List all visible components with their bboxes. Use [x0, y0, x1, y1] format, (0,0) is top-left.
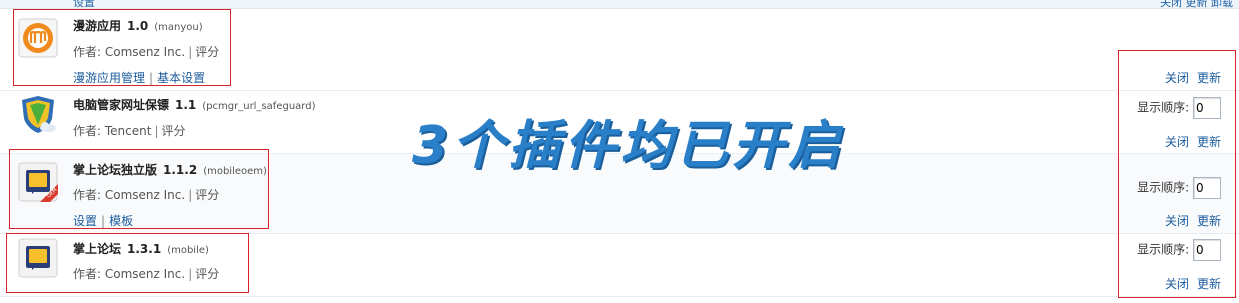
manyou-icon	[18, 18, 58, 58]
disable-link[interactable]: 关闭	[1165, 214, 1189, 228]
plugin-row-manyou: 漫游应用 1.0 (manyou) 作者: Comsenz Inc. | 评分 漫游应用…	[0, 9, 1239, 91]
plugin-name: 掌上论坛 1.3.1 (mobile)	[73, 240, 209, 257]
plugin-row-mobile: 掌上论坛 1.3.1 (mobile) 作者: Comsenz Inc. | 评分 显示…	[0, 234, 1239, 297]
plugin-name: 掌上论坛独立版 1.1.2 (mobileoem)	[73, 161, 267, 178]
display-order: 显示顺序:	[1137, 239, 1221, 261]
display-order-label: 显示顺序:	[1137, 242, 1190, 257]
mobile-icon	[18, 238, 58, 278]
rate-link[interactable]: 评分	[195, 188, 219, 202]
manyou-manage-link[interactable]: 漫游应用管理	[73, 71, 145, 85]
plugin-author: 作者: Comsenz Inc.	[73, 188, 186, 202]
plugin-author-line: 作者: Comsenz Inc. | 评分	[73, 45, 220, 59]
annotation-text: 3个插件均已开启	[412, 116, 845, 176]
display-order-input[interactable]	[1193, 97, 1221, 119]
plugin-links: 漫游应用管理 | 基本设置	[73, 71, 206, 85]
disable-link[interactable]: 关闭	[1165, 71, 1189, 85]
plugin-title: 电脑管家网址保镖	[73, 98, 170, 112]
shield-icon	[18, 95, 58, 135]
previous-row-strip: 设置 关闭 更新 卸载	[0, 0, 1239, 9]
plugin-author: 作者: Tencent	[73, 124, 152, 138]
rate-link[interactable]: 评分	[195, 45, 219, 59]
template-link[interactable]: 模板	[109, 214, 133, 228]
basic-settings-link[interactable]: 基本设置	[157, 71, 205, 85]
update-link[interactable]: 更新	[1197, 214, 1221, 228]
plugin-name: 漫游应用 1.0 (manyou)	[73, 17, 203, 34]
plugin-identifier: (mobileoem)	[203, 166, 267, 177]
plugin-author: 作者: Comsenz Inc.	[73, 267, 186, 281]
plugin-author-line: 作者: Comsenz Inc. | 评分	[73, 267, 220, 281]
disable-link[interactable]: 关闭	[1165, 135, 1189, 149]
update-link[interactable]: 更新	[1197, 277, 1221, 291]
display-order-input[interactable]	[1193, 177, 1221, 199]
display-order: 显示顺序:	[1137, 177, 1221, 199]
update-link[interactable]: 更新	[1197, 135, 1221, 149]
disable-link[interactable]: 关闭	[1165, 277, 1189, 291]
display-order-label: 显示顺序:	[1137, 100, 1190, 115]
plugin-identifier: (mobile)	[167, 245, 209, 256]
plugin-version: 1.3.1	[127, 242, 162, 256]
plugin-version: 1.1.2	[163, 163, 198, 177]
plugin-name: 电脑管家网址保镖 1.1 (pcmgr_url_safeguard)	[73, 96, 315, 113]
display-order-label: 显示顺序:	[1137, 180, 1190, 195]
plugin-actions: 关闭 更新	[1157, 133, 1221, 150]
plugin-title: 漫游应用	[73, 19, 122, 33]
plugin-actions: 关闭 更新	[1157, 69, 1221, 86]
plugin-title: 掌上论坛	[73, 242, 122, 256]
plugin-identifier: (pcmgr_url_safeguard)	[202, 101, 316, 112]
plugin-author-line: 作者: Comsenz Inc. | 评分	[73, 188, 220, 202]
update-link[interactable]: 更新	[1197, 71, 1221, 85]
plugin-actions: 关闭 更新	[1157, 275, 1221, 292]
mobile-oem-icon: OEM	[18, 162, 58, 202]
display-order: 显示顺序:	[1137, 97, 1221, 119]
display-order-input[interactable]	[1193, 239, 1221, 261]
plugin-author-line: 作者: Tencent | 评分	[73, 124, 186, 138]
rate-link[interactable]: 评分	[161, 124, 185, 138]
rate-link[interactable]: 评分	[195, 267, 219, 281]
settings-link[interactable]: 设置	[73, 214, 97, 228]
plugin-title: 掌上论坛独立版	[73, 163, 158, 177]
plugin-links: 设置 | 模板	[73, 214, 134, 228]
plugin-version: 1.0	[127, 19, 149, 33]
plugin-author: 作者: Comsenz Inc.	[73, 45, 186, 59]
plugin-actions: 关闭 更新	[1157, 212, 1221, 229]
plugin-version: 1.1	[175, 98, 197, 112]
plugin-identifier: (manyou)	[154, 22, 203, 33]
